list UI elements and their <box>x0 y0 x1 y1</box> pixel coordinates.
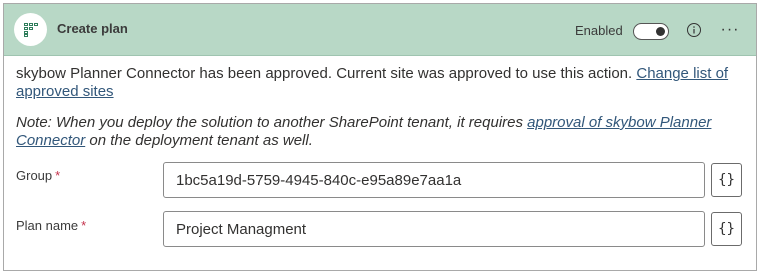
plan-name-label: Plan name * <box>16 218 86 233</box>
group-expression-button[interactable]: {} <box>711 163 742 197</box>
plan-name-input[interactable] <box>163 211 705 247</box>
info-icon <box>687 23 701 37</box>
toggle-knob <box>656 27 665 36</box>
required-marker: * <box>81 218 87 233</box>
planner-icon <box>14 13 47 46</box>
plan-name-label-text: Plan name <box>16 218 79 233</box>
action-title: Create plan <box>57 21 128 36</box>
note-prefix: Note: When you deploy the solution to an… <box>16 114 528 131</box>
note-suffix: on the deployment tenant as well. <box>85 132 313 149</box>
plan-name-expression-button[interactable]: {} <box>711 212 742 246</box>
card-header[interactable]: Create plan Enabled ··· <box>4 4 756 56</box>
approval-message-text: skybow Planner Connector has been approv… <box>16 65 637 82</box>
more-options-button[interactable]: ··· <box>716 19 744 41</box>
deployment-note: Note: When you deploy the solution to an… <box>16 114 732 150</box>
approval-message: skybow Planner Connector has been approv… <box>16 65 732 101</box>
required-marker: * <box>55 168 61 183</box>
info-button[interactable] <box>684 20 704 40</box>
group-label-text: Group <box>16 168 53 183</box>
braces-icon: {} <box>718 172 735 188</box>
group-label: Group * <box>16 168 60 183</box>
action-card: Create plan Enabled ··· skybow Planner C… <box>3 3 757 271</box>
enabled-label: Enabled <box>575 23 623 38</box>
enabled-toggle[interactable] <box>633 23 669 40</box>
more-icon: ··· <box>720 21 740 38</box>
braces-icon: {} <box>718 221 735 237</box>
group-input[interactable] <box>163 162 705 198</box>
